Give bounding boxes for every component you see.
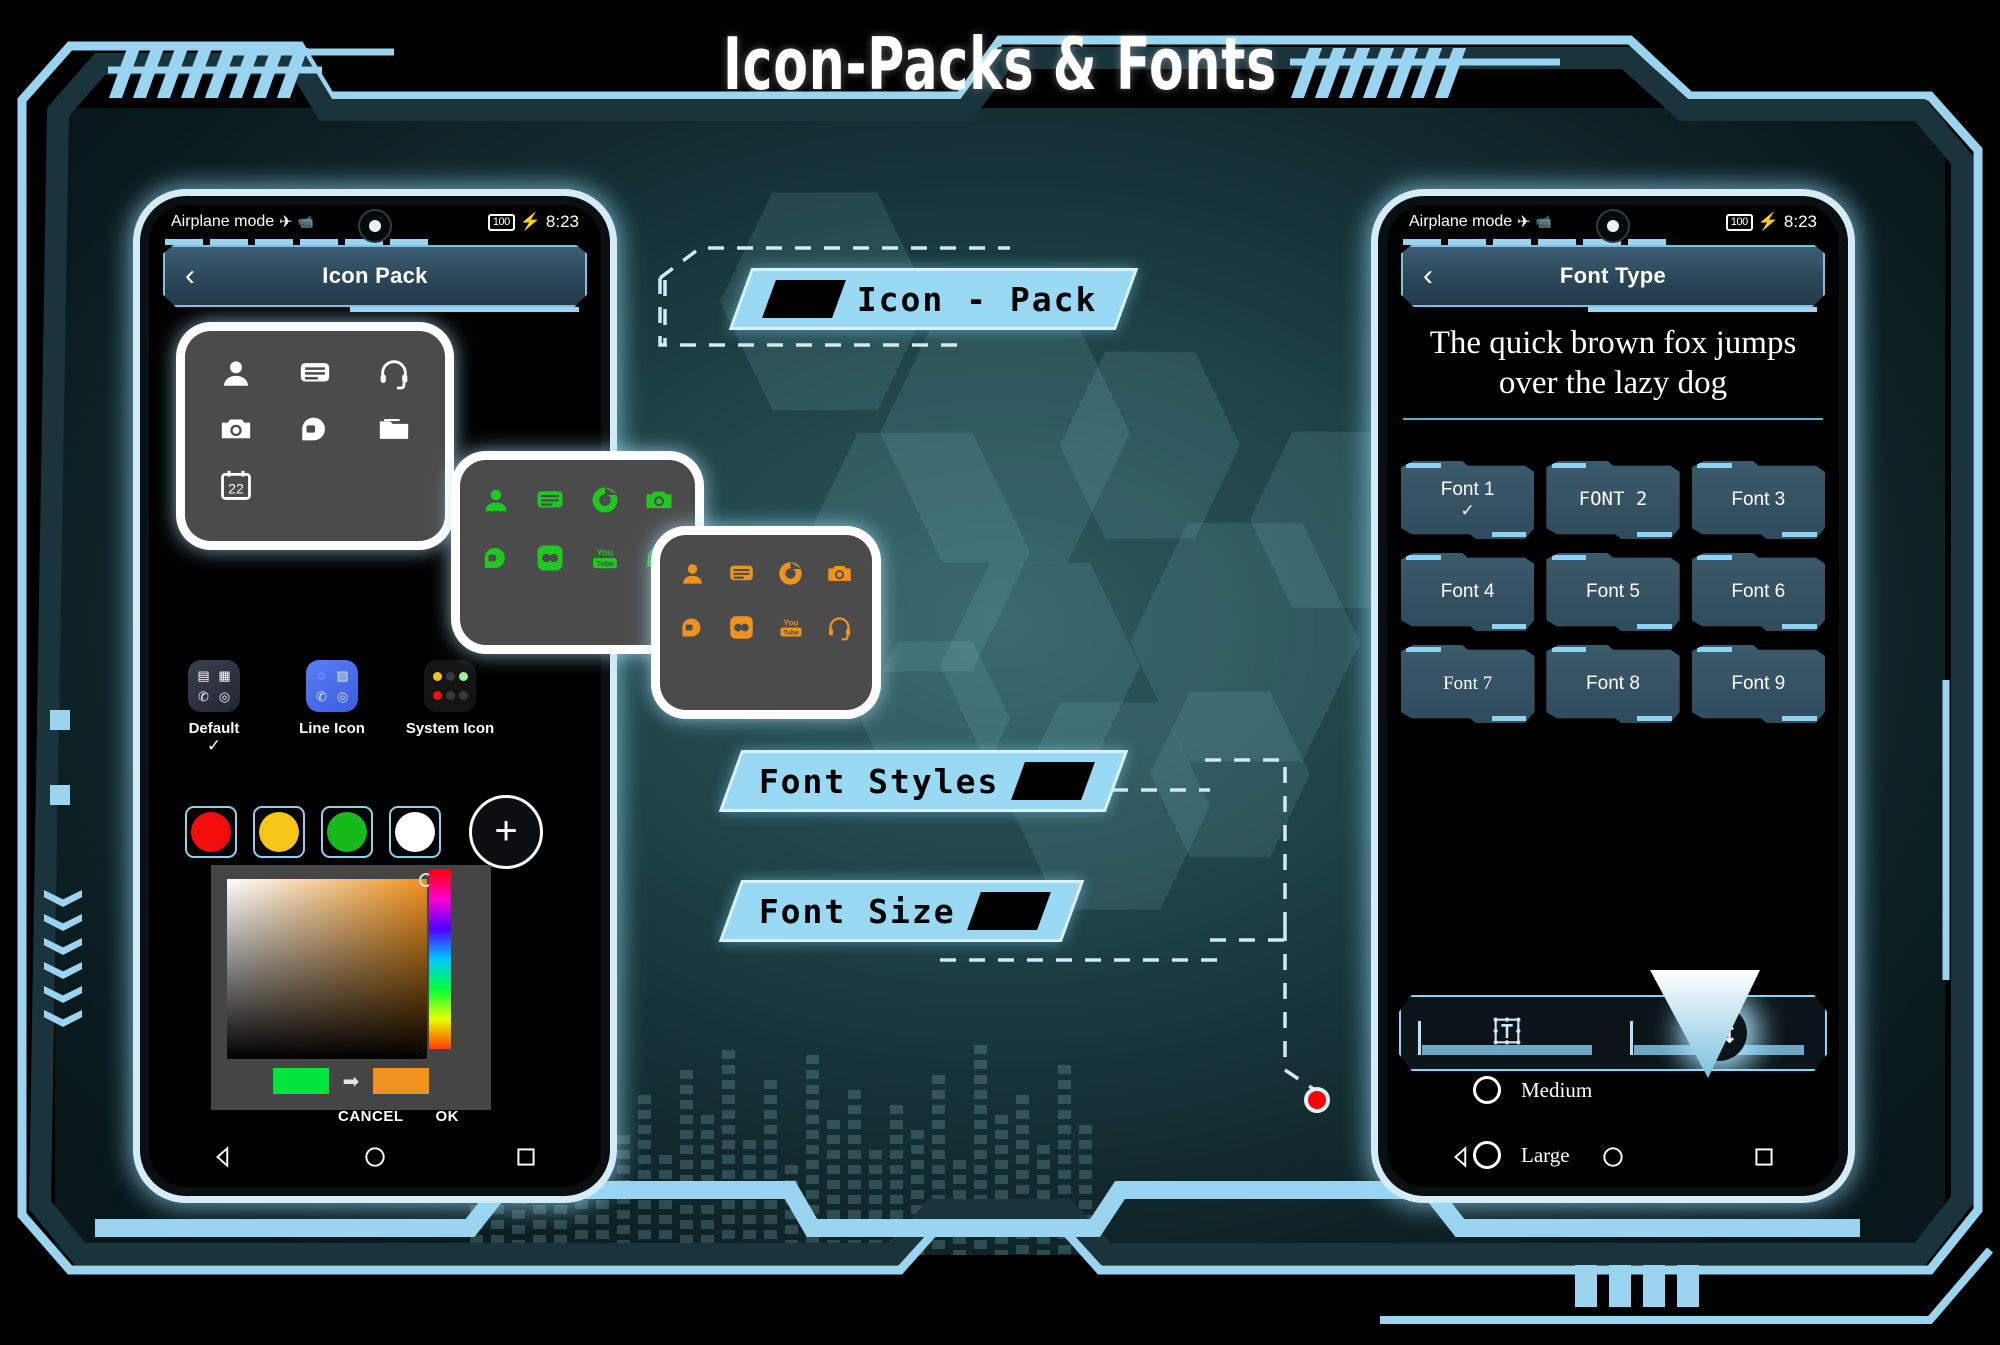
connector-lines [658,246,1316,1092]
connector-node-dot [1304,1087,1330,1113]
page-title: Icon-Packs & Fonts [722,22,1278,106]
callout-font-styles-label: Font Styles [759,761,1000,801]
callout-icon-pack: Icon - Pack [728,268,1138,330]
frame-square-1 [50,710,70,730]
callout-font-size: Font Size [718,880,1085,942]
hud-stage: Icon-Packs & Fonts Icon - Pack Font Styl… [0,0,2000,1345]
frame-bottom-bars [1575,1265,1699,1307]
frame-square-2 [50,785,70,805]
callout-icon-pack-label: Icon - Pack [857,279,1098,319]
callout-block-icon [966,892,1051,930]
callout-block-icon [1010,762,1095,800]
frame-chevrons-left [44,890,82,1034]
callout-font-size-label: Font Size [759,891,956,931]
callout-block-icon [762,280,846,318]
toolbar-pointer-arrow [1650,970,1760,1078]
callout-font-styles: Font Styles [718,750,1128,812]
